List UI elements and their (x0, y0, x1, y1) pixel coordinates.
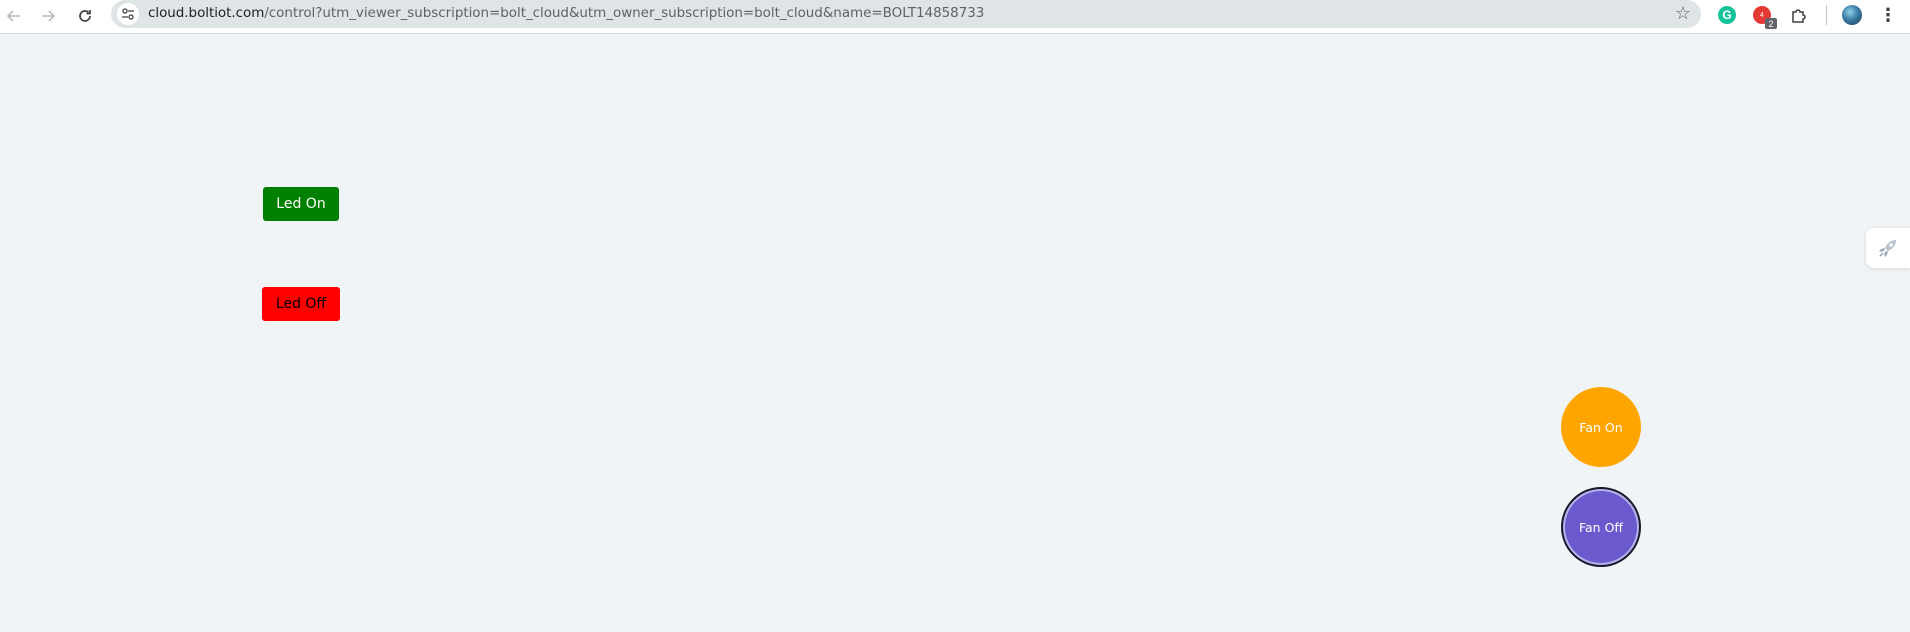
rocket-icon (1879, 240, 1896, 257)
puzzle-icon (1792, 9, 1806, 23)
extension-with-badge[interactable]: 4 2 (1750, 3, 1777, 29)
url-path: /control?utm_viewer_subscription=bolt_cl… (264, 5, 985, 21)
led-off-button[interactable]: Led Off (262, 287, 340, 321)
back-button[interactable] (1, 3, 27, 29)
profile-button[interactable] (1840, 3, 1864, 27)
address-bar[interactable]: cloud.boltiot.com/control?utm_viewer_sub… (111, 0, 1701, 28)
extension-badge-label: 4 (1760, 11, 1764, 19)
side-launcher-widget[interactable] (1866, 228, 1910, 268)
extension-icon: 4 2 (1753, 6, 1777, 29)
forward-button[interactable] (35, 3, 61, 29)
arrow-left-icon (7, 10, 20, 22)
kebab-menu-icon: ⋮ (1879, 4, 1897, 25)
fan-off-button[interactable]: Fan Off (1561, 487, 1641, 567)
grammarly-icon: G (1718, 6, 1736, 24)
led-on-button[interactable]: Led On (263, 187, 339, 221)
control-page: Led On Led Off Fan On Fan Off (0, 35, 1910, 632)
extension-badge-count: 2 (1765, 18, 1777, 29)
extensions-button[interactable] (1787, 3, 1811, 27)
grammarly-extension[interactable]: G (1715, 3, 1739, 27)
fan-on-button[interactable]: Fan On (1561, 387, 1641, 467)
arrow-right-icon (42, 10, 55, 22)
avatar (1842, 5, 1862, 25)
reload-button[interactable] (72, 3, 98, 29)
fan-on-label: Fan On (1579, 419, 1623, 435)
url-host: cloud.boltiot.com (148, 5, 265, 21)
fan-off-label: Fan Off (1578, 519, 1624, 535)
tune-icon (122, 8, 134, 20)
toolbar-divider (1826, 5, 1827, 25)
browser-toolbar: cloud.boltiot.com/control?utm_viewer_sub… (0, 0, 1910, 34)
site-info-button[interactable] (117, 3, 139, 25)
menu-button[interactable]: ⋮ (1876, 3, 1900, 27)
url-text: cloud.boltiot.com/control?utm_viewer_sub… (148, 5, 984, 21)
reload-icon (79, 10, 91, 22)
bookmark-star-icon[interactable]: ☆ (1675, 3, 1691, 24)
